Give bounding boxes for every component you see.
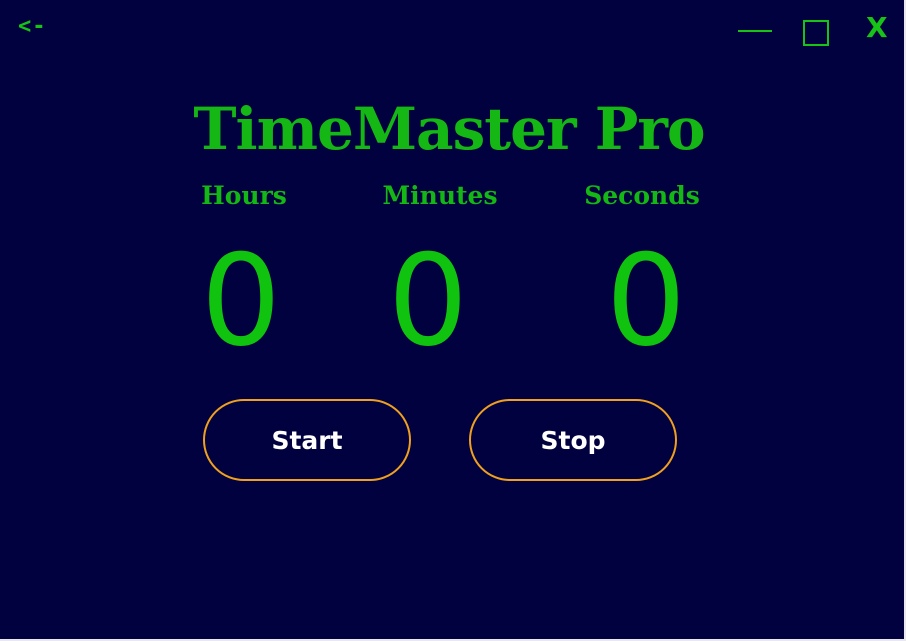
seconds-label: Seconds [584, 181, 700, 210]
maximize-icon [803, 20, 829, 46]
minutes-value: 0 [387, 227, 469, 374]
hours-label: Hours [201, 181, 287, 210]
close-icon: X [866, 11, 888, 44]
close-button[interactable]: X [866, 14, 888, 42]
stop-button-label: Stop [540, 425, 606, 455]
back-button[interactable]: <- [18, 16, 47, 38]
hours-value: 0 [200, 227, 282, 374]
start-button-label: Start [271, 425, 343, 455]
minimize-icon [738, 30, 772, 32]
minutes-label: Minutes [382, 181, 498, 210]
stop-button[interactable]: Stop [469, 399, 677, 481]
start-button[interactable]: Start [203, 399, 411, 481]
maximize-button[interactable] [800, 17, 830, 47]
app-title: TimeMaster Pro [193, 95, 705, 163]
minimize-button[interactable] [738, 18, 772, 46]
seconds-value: 0 [605, 227, 687, 374]
app-window: <- X TimeMaster Pro Hours Minutes Second… [0, 0, 906, 641]
